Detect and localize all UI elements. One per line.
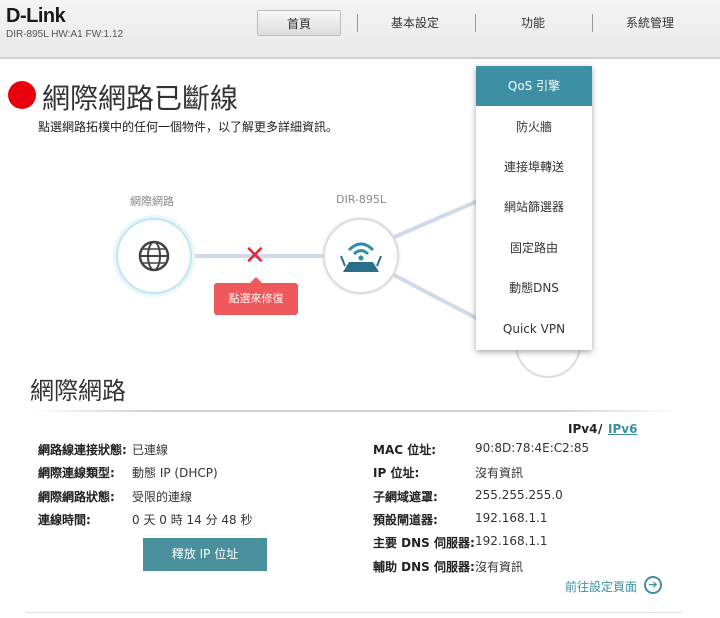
fix-connection-button[interactable]: 點選來修復 (214, 277, 298, 315)
tab-features[interactable]: 功能 (483, 10, 583, 36)
bottom-divider (26, 612, 682, 613)
header-divider (0, 57, 720, 59)
menu-item-port-forwarding[interactable]: 連接埠轉送 (476, 147, 592, 187)
menu-item-qos-engine[interactable]: QoS 引擎 (476, 66, 592, 106)
menu-item-firewall[interactable]: 防火牆 (476, 107, 592, 147)
disconnected-icon: ✕ (244, 241, 266, 271)
internet-node[interactable] (116, 218, 192, 294)
page-subtitle: 點選網路拓樸中的任何一個物件，以了解更多詳細資訊。 (38, 120, 339, 134)
info-label: 輔助 DNS 伺服器: (373, 560, 475, 574)
info-value: 192.168.1.1 (475, 534, 548, 548)
arrow-right-circle-icon[interactable]: ➔ (644, 576, 662, 594)
page-title: 網際網路已斷線 (42, 82, 239, 115)
ipv-separator: / (598, 422, 603, 436)
nav-separator (592, 14, 593, 32)
section-divider (26, 410, 682, 412)
tab-system-management[interactable]: 系統管理 (600, 10, 700, 36)
ipv4-tab[interactable]: IPv4 (568, 422, 597, 436)
info-value: 90:8D:78:4E:C2:85 (475, 441, 590, 455)
info-label: 網路線連接狀態: (38, 443, 127, 457)
globe-icon (138, 240, 170, 272)
info-label: IP 位址: (373, 466, 420, 480)
info-value: 動態 IP (DHCP) (132, 466, 218, 480)
menu-item-dynamic-dns[interactable]: 動態DNS (476, 268, 592, 308)
info-label: 子網域遮罩: (373, 490, 438, 504)
info-value: 受限的連線 (132, 490, 193, 504)
info-value: 已連線 (132, 443, 169, 457)
tab-basic-settings[interactable]: 基本設定 (365, 10, 465, 36)
ipv6-link[interactable]: IPv6 (608, 422, 637, 436)
info-label: 連線時間: (38, 513, 91, 527)
internet-node-label: 網際網路 (130, 195, 174, 208)
info-value: 沒有資訊 (475, 466, 524, 480)
release-ip-button[interactable]: 釋放 IP 位址 (143, 538, 267, 571)
model-info: DIR-895L HW:A1 FW:1.12 (6, 29, 124, 40)
nav-separator (357, 14, 358, 32)
info-label: 網際網路狀態: (38, 490, 115, 504)
section-title: 網際網路 (30, 377, 126, 405)
menu-item-quick-vpn[interactable]: Quick VPN (476, 309, 592, 349)
info-value: 255.255.255.0 (475, 488, 563, 502)
features-dropdown-menu: QoS 引擎 防火牆 連接埠轉送 網站篩選器 固定路由 動態DNS Quick … (476, 66, 592, 350)
router-node[interactable] (323, 218, 399, 294)
menu-item-website-filter[interactable]: 網站篩選器 (476, 187, 592, 227)
info-label: 網際連線類型: (38, 466, 115, 480)
tab-home[interactable]: 首頁 (257, 10, 341, 36)
nav-separator (475, 14, 476, 32)
status-indicator-icon (8, 81, 36, 109)
info-value: 沒有資訊 (475, 560, 524, 574)
router-node-label: DIR-895L (336, 193, 387, 206)
info-label: 主要 DNS 伺服器: (373, 536, 475, 550)
info-label: 預設閘道器: (373, 513, 438, 527)
brand-logo: D-Link (6, 5, 66, 27)
goto-settings-link[interactable]: 前往設定頁面 (565, 578, 637, 595)
router-icon (340, 242, 382, 272)
menu-item-static-route[interactable]: 固定路由 (476, 228, 592, 268)
info-value: 0 天 0 時 14 分 48 秒 (132, 513, 253, 527)
info-label: MAC 位址: (373, 443, 437, 457)
info-value: 192.168.1.1 (475, 511, 548, 525)
